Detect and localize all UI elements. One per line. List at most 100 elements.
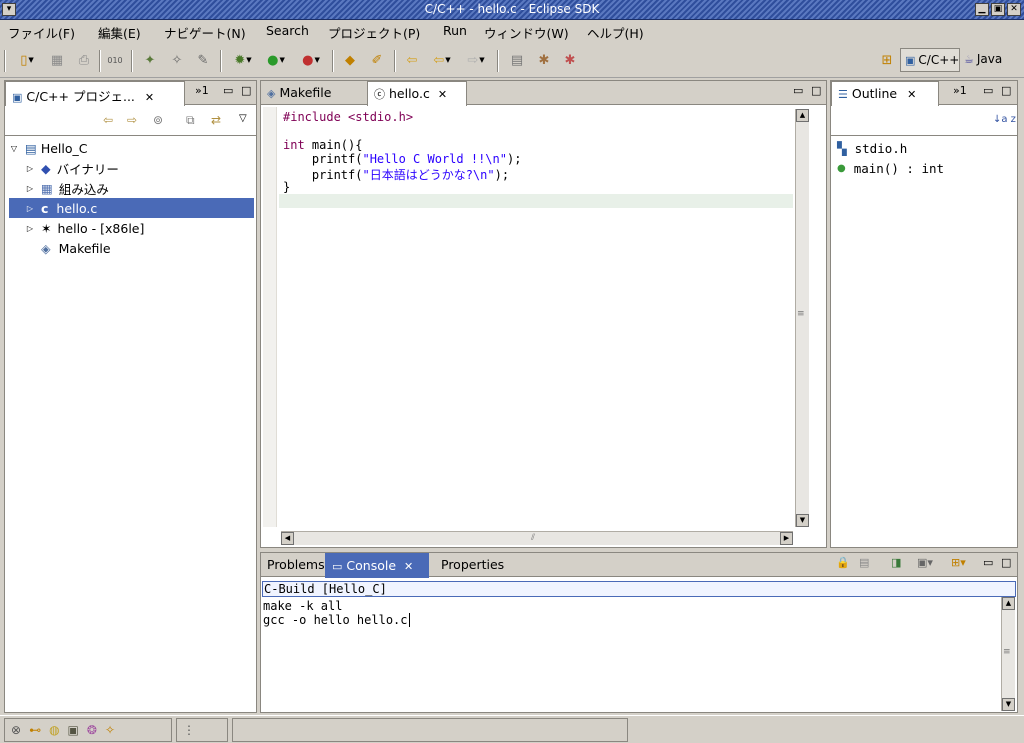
close-tab-icon[interactable]: ✕ (145, 91, 154, 104)
open-type-icon[interactable]: ◆ (341, 51, 359, 69)
minimize-view-icon[interactable]: ▭ (793, 84, 803, 97)
minimize-view-icon[interactable]: ▭ (223, 84, 233, 97)
link-editor-icon[interactable]: ⇄ (211, 113, 221, 127)
scroll-grip[interactable]: ≡ (1003, 647, 1011, 657)
menu-navigate[interactable]: ナビゲート(N) (164, 23, 246, 42)
perspective-cpp-button[interactable]: ▣ C/C++ (900, 48, 960, 72)
back-nav-icon[interactable]: ⇦ (103, 113, 113, 127)
tab-properties[interactable]: Properties (435, 553, 515, 577)
console-view-icon[interactable]: ▣ (68, 723, 79, 737)
up-nav-icon[interactable]: ⊚ (153, 113, 163, 127)
fast-view-icon[interactable]: ⊗ (11, 723, 21, 737)
collapse-icon[interactable]: ▽ (9, 144, 19, 153)
menu-window[interactable]: ウィンドウ(W) (484, 23, 569, 42)
console-output[interactable]: make -k all gcc -o hello hello.c (263, 599, 410, 627)
close-tab-icon[interactable]: ✕ (438, 88, 447, 101)
maximize-view-icon[interactable]: □ (241, 84, 251, 97)
scroll-lock-icon[interactable]: 🔒 (836, 556, 850, 569)
debug-icon[interactable]: ✹ ▼ (230, 51, 256, 69)
cpp-projects-icon: ▣ (12, 91, 23, 104)
pin-console-icon[interactable]: ◨ (891, 556, 901, 569)
binary-view-icon[interactable]: 010 (106, 51, 124, 69)
menu-edit[interactable]: 編集(E) (98, 23, 141, 42)
editor-horizontal-scrollbar[interactable]: ◀ ⫽ ▶ (281, 531, 793, 545)
open-perspective-icon[interactable]: ⊞ (878, 51, 896, 69)
save-icon[interactable]: ▦ (48, 51, 66, 69)
search-view-icon[interactable]: ✧ (105, 723, 115, 737)
tab-cpp-projects[interactable]: ▣ C/C++ プロジェ... ✕ (5, 81, 185, 106)
toolbar-separator (332, 50, 334, 72)
expand-icon[interactable]: ▷ (25, 184, 35, 193)
minimize-view-icon[interactable]: ▭ (983, 556, 993, 569)
scroll-right-icon[interactable]: ▶ (780, 532, 793, 545)
maximize-view-icon[interactable]: □ (1001, 84, 1011, 97)
forward-icon[interactable]: ⇨ ▼ (463, 51, 489, 69)
menu-help[interactable]: ヘルプ(H) (587, 23, 644, 42)
sort-icon[interactable]: ↓a z (993, 114, 1016, 125)
outline-item-function[interactable]: ● main() : int (837, 158, 1015, 178)
perspective-java-button[interactable]: ☕ Java (964, 52, 1002, 66)
clear-console-icon[interactable]: ▤ (859, 556, 869, 569)
minimize-view-icon[interactable]: ▭ (983, 84, 993, 97)
menu-project[interactable]: プロジェクト(P) (328, 23, 420, 42)
new-icon[interactable]: ▯ ▼ (14, 51, 40, 69)
overflow-tabs-button[interactable]: »1 (195, 84, 209, 97)
tree-item-hello-c[interactable]: ▷ c hello.c (9, 198, 254, 218)
menu-run[interactable]: Run (443, 23, 467, 38)
menu-search[interactable]: Search (266, 23, 309, 38)
tab-hello-c[interactable]: ⓒ hello.c ✕ (367, 81, 467, 106)
bug-config-icon[interactable]: ✱ (561, 51, 579, 69)
view-menu-icon[interactable]: ▽ (239, 113, 247, 124)
tree-item-makefile[interactable]: ◈ Makefile (9, 238, 254, 258)
tree-item-binaries[interactable]: ▷ ◆ バイナリー (9, 158, 254, 178)
open-console-icon[interactable]: ⊞▾ (951, 556, 966, 569)
scroll-grip[interactable]: ⫽ (531, 533, 535, 543)
maximize-view-icon[interactable]: □ (1001, 556, 1011, 569)
overflow-tabs-button[interactable]: »1 (953, 84, 967, 97)
scroll-down-icon[interactable]: ▼ (796, 514, 809, 527)
tree-item-executable[interactable]: ▷ ✶ hello - [x86le] (9, 218, 254, 238)
forward-nav-icon[interactable]: ⇨ (127, 113, 137, 127)
console-vertical-scrollbar[interactable]: ▲ ≡ ▼ (1001, 597, 1015, 711)
close-tab-icon[interactable]: ✕ (907, 88, 916, 101)
tasks-icon[interactable]: ⊷ (29, 723, 41, 737)
expand-icon[interactable]: ▷ (25, 204, 35, 213)
tab-problems[interactable]: Problems (261, 553, 325, 577)
print-icon[interactable]: ⎙ (75, 51, 93, 69)
editor-vertical-scrollbar[interactable]: ▲ ≡ ▼ (795, 109, 809, 527)
scroll-up-icon[interactable]: ▲ (796, 109, 809, 122)
run-icon[interactable]: ● ▼ (263, 51, 289, 69)
scroll-grip[interactable]: ≡ (797, 309, 805, 319)
expand-icon[interactable]: ▷ (25, 164, 35, 173)
cvs-icon[interactable]: ❂ (87, 723, 97, 737)
bulb-icon[interactable]: ◍ (49, 723, 59, 737)
build-icon[interactable]: ▤ (508, 51, 526, 69)
menu-file[interactable]: ファイル(F) (8, 23, 75, 42)
back-icon[interactable]: ⇦ ▼ (429, 51, 455, 69)
tab-makefile[interactable]: ◈ Makefile (261, 81, 366, 105)
bug-icon[interactable]: ✱ (535, 51, 553, 69)
outline-item-include[interactable]: ▚ stdio.h (837, 138, 1015, 158)
expand-icon[interactable]: ▷ (25, 224, 35, 233)
close-tab-icon[interactable]: ✕ (404, 560, 413, 573)
close-icon[interactable]: ✕ (1007, 3, 1021, 16)
minimize-icon[interactable]: ▁ (975, 3, 989, 16)
new-file-icon[interactable]: ✎ (194, 51, 212, 69)
last-edit-icon[interactable]: ⇦ (403, 51, 421, 69)
tree-item-project[interactable]: ▽ ▤ Hello_C (9, 138, 254, 158)
scroll-up-icon[interactable]: ▲ (1002, 597, 1015, 610)
maximize-icon[interactable]: ▣ (991, 3, 1005, 16)
scroll-left-icon[interactable]: ◀ (281, 532, 294, 545)
search-icon[interactable]: ✐ (368, 51, 386, 69)
new-project-icon[interactable]: ✦ (141, 51, 159, 69)
new-class-icon[interactable]: ✧ (168, 51, 186, 69)
external-tools-icon[interactable]: ● ▼ (298, 51, 324, 69)
code-line: int main(){ (283, 138, 362, 152)
tree-item-includes[interactable]: ▷ ▦ 組み込み (9, 178, 254, 198)
display-console-icon[interactable]: ▣▾ (917, 556, 933, 569)
tab-console[interactable]: ▭ Console ✕ (325, 553, 429, 578)
tab-outline[interactable]: ☰ Outline ✕ (831, 81, 939, 106)
scroll-down-icon[interactable]: ▼ (1002, 698, 1015, 711)
collapse-all-icon[interactable]: ⧉ (186, 113, 195, 128)
maximize-view-icon[interactable]: □ (811, 84, 821, 97)
